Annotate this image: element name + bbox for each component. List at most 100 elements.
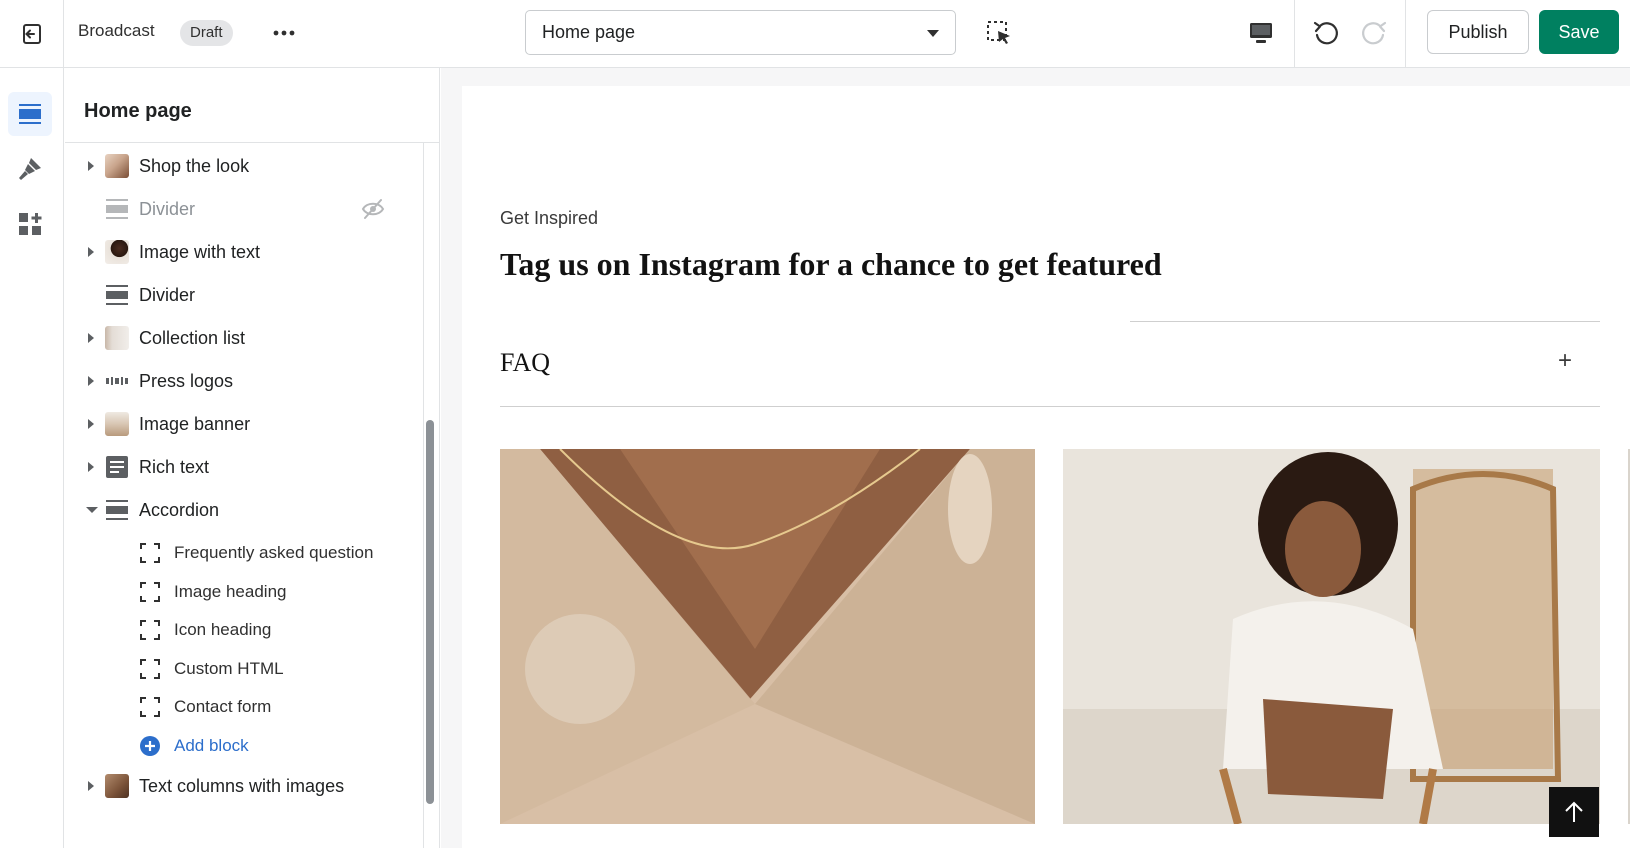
- sections-tab[interactable]: [8, 92, 52, 136]
- section-label: Press logos: [139, 371, 234, 391]
- arrow-up-icon: [1565, 801, 1583, 822]
- block-item-image-heading[interactable]: Image heading: [65, 573, 420, 611]
- sidebar-title: Home page: [84, 100, 192, 122]
- section-label: Rich text: [139, 457, 210, 477]
- app-embeds-tab[interactable]: [8, 202, 52, 246]
- block-item-icon-heading[interactable]: Icon heading: [65, 611, 420, 649]
- section-label: Shop the look: [139, 156, 250, 176]
- chevron-right-icon[interactable]: [88, 419, 94, 429]
- more-actions-button[interactable]: [268, 18, 300, 48]
- back-to-top-button[interactable]: [1549, 787, 1599, 837]
- section-item-image-banner[interactable]: Image banner: [65, 404, 420, 444]
- block-label: Custom HTML: [174, 659, 284, 678]
- divider-line: [500, 406, 1600, 407]
- save-button[interactable]: Save: [1539, 10, 1619, 54]
- logos-thumbnail-icon: [106, 377, 128, 385]
- block-label: Contact form: [174, 697, 272, 716]
- status-badge: Draft: [180, 20, 233, 46]
- block-label: Image heading: [174, 582, 287, 601]
- section-label: Image banner: [139, 414, 251, 434]
- section-item-divider[interactable]: Divider: [65, 189, 420, 229]
- section-label: Collection list: [139, 328, 246, 348]
- section-headline: Tag us on Instagram for a chance to get …: [500, 246, 1162, 282]
- divider-icon: [106, 285, 128, 305]
- chevron-right-icon[interactable]: [88, 781, 94, 791]
- section-label: Image with text: [139, 242, 261, 262]
- accordion-title[interactable]: FAQ: [500, 348, 550, 378]
- section-label: Accordion: [139, 500, 220, 520]
- section-thumbnail: [105, 774, 129, 798]
- block-item-contact-form[interactable]: Contact form: [65, 688, 420, 726]
- chevron-right-icon[interactable]: [88, 161, 94, 171]
- plus-circle-icon: [140, 736, 160, 756]
- section-item-rich-text[interactable]: Rich text: [65, 447, 420, 487]
- add-block-label: Add block: [174, 736, 249, 755]
- scrollbar-thumb[interactable]: [426, 420, 434, 804]
- section-label: Text columns with images: [139, 776, 345, 796]
- text-icon: [106, 456, 128, 478]
- chevron-down-icon[interactable]: [86, 507, 98, 513]
- redo-button[interactable]: [1358, 17, 1390, 49]
- instagram-photo[interactable]: [1063, 449, 1600, 824]
- more-dots-icon: [273, 30, 295, 36]
- block-icon: [140, 659, 160, 679]
- theme-settings-tab[interactable]: [8, 147, 52, 191]
- section-item-text-columns-with-images[interactable]: Text columns with images: [65, 766, 420, 806]
- section-thumbnail: [105, 240, 129, 264]
- section-eyebrow: Get Inspired: [500, 208, 599, 228]
- eye-hidden-icon[interactable]: [361, 198, 385, 220]
- section-thumbnail: [105, 412, 129, 436]
- app-blocks-icon: [19, 213, 42, 235]
- section-item-image-with-text[interactable]: Image with text: [65, 232, 420, 272]
- section-item-press-logos[interactable]: Press logos: [65, 361, 420, 401]
- exit-editor-button[interactable]: [0, 0, 64, 67]
- section-item-shop-the-look[interactable]: Shop the look: [65, 146, 420, 186]
- scrollbar-track: [423, 143, 424, 848]
- redo-icon: [1362, 21, 1387, 45]
- block-item-custom-html[interactable]: Custom HTML: [65, 650, 420, 688]
- page-selector-value: Home page: [542, 22, 636, 42]
- inspector-toggle-button[interactable]: [984, 18, 1014, 48]
- block-label: Frequently asked question: [174, 543, 374, 562]
- chevron-right-icon[interactable]: [88, 333, 94, 343]
- divider-line: [1130, 321, 1600, 322]
- block-icon: [140, 697, 160, 717]
- section-item-collection-list[interactable]: Collection list: [65, 318, 420, 358]
- page-selector[interactable]: Home page: [525, 10, 956, 55]
- block-icon: [140, 620, 160, 640]
- section-label: Divider: [139, 199, 196, 219]
- undo-button[interactable]: [1310, 17, 1342, 49]
- exit-icon: [22, 23, 41, 44]
- chevron-right-icon[interactable]: [88, 462, 94, 472]
- storefront-preview[interactable]: Get Inspired Tag us on Instagram for a c…: [462, 86, 1630, 848]
- sidebar-divider: [65, 142, 440, 143]
- toolbar-divider: [1294, 0, 1295, 67]
- select-cursor-icon: [987, 21, 1010, 44]
- chevron-right-icon[interactable]: [88, 247, 94, 257]
- editor-rail: [0, 68, 64, 848]
- desktop-icon: [1250, 23, 1272, 43]
- theme-name: Broadcast: [78, 21, 155, 40]
- block-item-frequently-asked-question[interactable]: Frequently asked question: [65, 534, 420, 572]
- section-thumbnail: [105, 154, 129, 178]
- block-icon: [140, 582, 160, 602]
- divider-icon: [106, 199, 128, 219]
- add-block-button[interactable]: Add block: [65, 727, 420, 765]
- section-item-divider[interactable]: Divider: [65, 275, 420, 315]
- plus-icon[interactable]: +: [1552, 348, 1578, 374]
- section-label: Divider: [139, 285, 196, 305]
- section-thumbnail: [105, 326, 129, 350]
- photo-image: [500, 449, 1035, 824]
- editor-topbar: Broadcast Draft Home page Publish Save: [0, 0, 1630, 68]
- undo-icon: [1313, 21, 1338, 45]
- publish-button[interactable]: Publish: [1427, 10, 1529, 54]
- section-item-accordion[interactable]: Accordion: [65, 490, 420, 530]
- sections-sidebar: Home page Shop the look Divider Image wi…: [65, 68, 440, 848]
- device-preview-button[interactable]: [1246, 18, 1276, 48]
- chevron-right-icon[interactable]: [88, 376, 94, 386]
- divider-icon: [106, 500, 128, 520]
- brush-icon: [19, 158, 41, 180]
- photo-image: [1063, 449, 1600, 824]
- block-label: Icon heading: [174, 620, 272, 639]
- instagram-photo[interactable]: [500, 449, 1035, 824]
